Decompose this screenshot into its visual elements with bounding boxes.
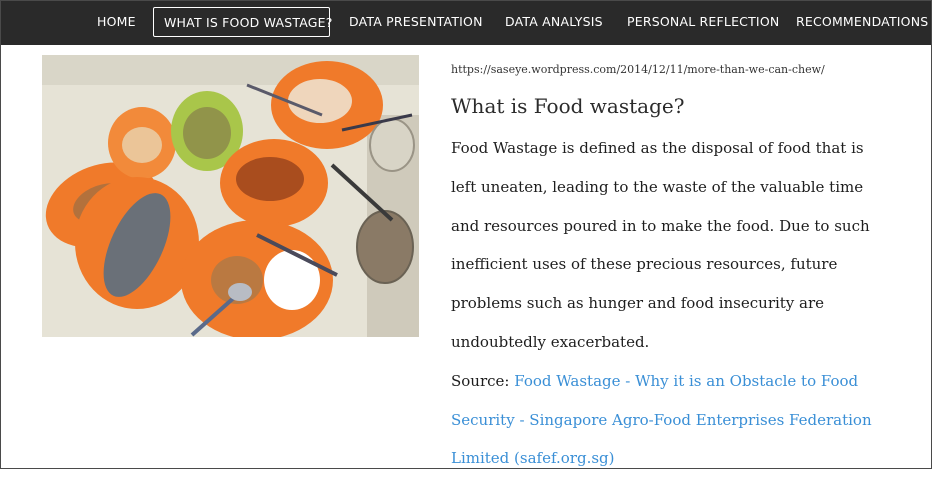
nav-item-recommendations[interactable]: RECOMMENDATIONS	[796, 7, 928, 37]
definition-paragraph: Food Wastage is defined as the disposal …	[451, 139, 870, 351]
nav-item-personal-reflection[interactable]: PERSONAL REFLECTION	[627, 7, 779, 37]
page-title: What is Food wastage?	[451, 94, 685, 118]
nav-item-what-is-food-wastage[interactable]: WHAT IS FOOD WASTAGE?	[153, 7, 332, 37]
nav-item-data-presentation[interactable]: DATA PRESENTATION	[349, 7, 483, 37]
food-waste-photo	[42, 55, 419, 337]
nav-item-data-analysis[interactable]: DATA ANALYSIS	[505, 7, 603, 37]
article-body: Food Wastage is defined as the disposal …	[451, 129, 891, 478]
source-line: Source: Food Wastage - Why it is an Obst…	[451, 362, 891, 478]
image-credit-url: https://saseye.wordpress.com/2014/12/11/…	[451, 63, 825, 76]
source-link[interactable]: Food Wastage - Why it is an Obstacle to …	[451, 372, 872, 468]
source-label: Source:	[451, 371, 510, 390]
top-navigation-bar: HOME WHAT IS FOOD WASTAGE? DATA PRESENTA…	[1, 1, 931, 45]
nav-item-home[interactable]: HOME	[97, 7, 136, 37]
